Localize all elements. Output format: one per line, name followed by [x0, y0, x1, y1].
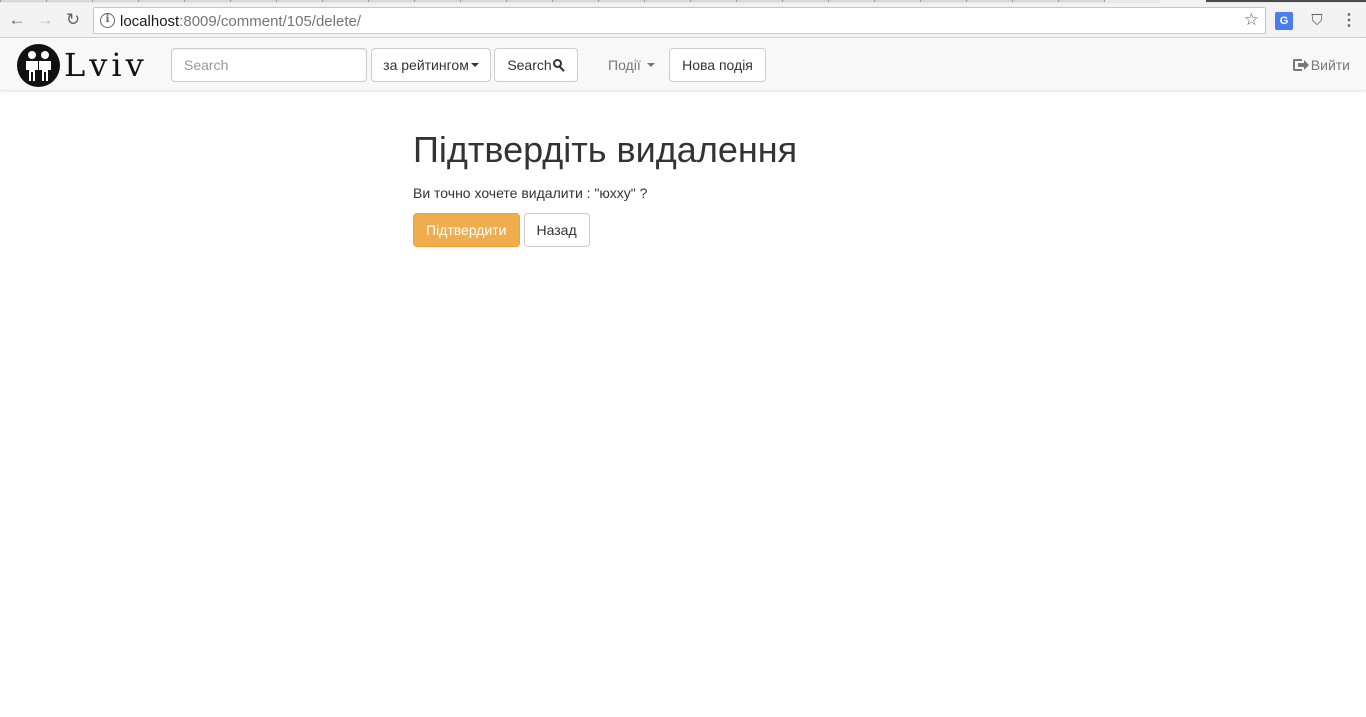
caret-down-icon	[470, 63, 479, 67]
new-event-label: Нова подія	[682, 57, 753, 73]
events-menu-label: Події	[608, 57, 641, 73]
url-path: :8009/comment/105/delete/	[179, 13, 361, 30]
search-input[interactable]	[171, 48, 367, 82]
search-button-label: Search	[507, 57, 552, 73]
url-host: localhost	[120, 13, 180, 30]
browser-toolbar: ← → ↻ i localhost:8009/comment/105/delet…	[0, 3, 1366, 38]
reload-icon[interactable]: ↻	[62, 9, 84, 31]
translate-extension-icon[interactable]: G	[1275, 12, 1293, 30]
confirmation-message: Ви точно хочете видалити : "юхху" ?	[413, 185, 648, 201]
url-text[interactable]: localhost:8009/comment/105/delete/	[120, 13, 361, 30]
delete-confirmation-panel: Підтвердіть видалення Ви точно хочете ви…	[413, 128, 973, 247]
logout-link[interactable]: Вийти	[1292, 48, 1350, 82]
site-logo[interactable]: Lviv	[17, 43, 148, 87]
confirm-delete-button[interactable]: Підтвердити	[413, 213, 520, 247]
logo-text: Lviv	[64, 46, 148, 84]
forward-icon[interactable]: →	[34, 9, 56, 31]
sort-dropdown-button[interactable]: за рейтингом	[371, 48, 491, 82]
site-navbar: Lviv за рейтингом Search Події Нова поді…	[0, 39, 1366, 91]
sort-label: за рейтингом	[383, 57, 469, 73]
new-event-button[interactable]: Нова подія	[669, 48, 766, 82]
logo-emblem-icon	[17, 43, 60, 87]
logout-label: Вийти	[1310, 57, 1350, 73]
page-title: Підтвердіть видалення	[413, 129, 798, 170]
logout-icon	[1292, 58, 1309, 72]
address-bar[interactable]: i localhost:8009/comment/105/delete/ ☆	[93, 7, 1266, 34]
action-buttons: Підтвердити Назад	[413, 213, 973, 247]
back-button[interactable]: Назад	[523, 213, 590, 247]
site-info-icon[interactable]: i	[100, 13, 115, 28]
bookmark-star-icon[interactable]: ☆	[1244, 10, 1259, 30]
back-icon[interactable]: ←	[6, 9, 28, 31]
shield-extension-icon[interactable]: ⛉	[1308, 12, 1326, 30]
search-icon	[552, 59, 565, 72]
search-button[interactable]: Search	[494, 48, 578, 82]
tab-list[interactable]	[0, 0, 1105, 2]
events-dropdown[interactable]: Події	[596, 48, 667, 82]
browser-menu-icon[interactable]: ⋮	[1340, 12, 1358, 30]
tabstrip-background	[1206, 0, 1366, 2]
caret-down-icon	[646, 63, 655, 67]
